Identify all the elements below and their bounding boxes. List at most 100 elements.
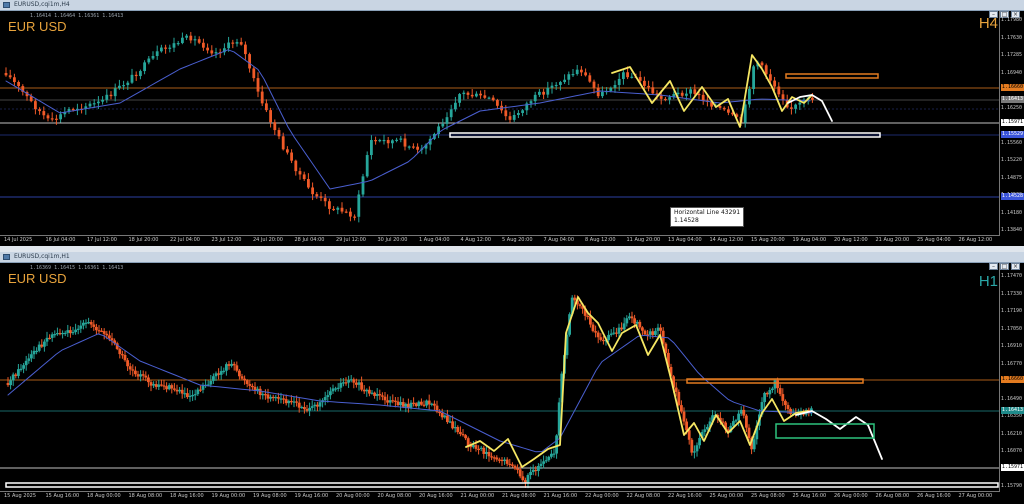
orange-price-badge: 1.16660 [1001,376,1024,383]
candle-body [157,384,161,387]
title-bar-h4[interactable]: EURUSD,cqi1m,H4 – □ × [0,0,1024,18]
h4-time-tick: 30 Jul 20:00 [377,237,408,243]
candle-body [277,397,280,399]
candle-body [180,389,184,394]
candle-body [34,101,37,110]
candle-body [196,389,200,395]
candle-body [505,459,509,464]
chart-plot-h4[interactable]: EUR USD 1.16414 1.16464 1.16361 1.16413 … [0,11,1024,246]
candle-body [790,107,793,109]
candle-body [458,94,461,103]
current-price-badge: 1.16413 [1001,96,1024,103]
candle-body [185,35,188,38]
candle-body [651,331,655,335]
current-price-badge: 1.16413 [1001,407,1024,414]
candle-body [45,337,49,342]
candle-body [764,65,768,75]
candle-body [252,68,256,79]
candle-body [784,400,787,406]
tooltip-line-price: 1.14528 [674,217,699,224]
h4-price-tick: 1.13840 [1000,227,1022,233]
h4-time-tick: 26 Aug 12:00 [958,237,993,243]
candle-body [456,427,460,433]
candle-body [294,160,298,172]
chart-plot-h1[interactable]: EUR USD 1.16369 1.16415 1.16361 1.16413 … [0,263,1024,504]
candle-body [8,75,12,78]
candle-body [290,152,293,161]
white-price-badge: 1.15971 [1001,464,1024,471]
candle-body [555,435,558,454]
time-axis-h4[interactable]: 14 Jul 2025 16 Jul 04:00 17 Jul 12:00 18 Ju… [0,235,1000,246]
candle-body [82,322,85,326]
candle-body [149,382,153,386]
candlestick-chart-h1[interactable] [0,263,1024,504]
candle-body [573,297,577,301]
candle-body [260,91,264,104]
candle-body [19,368,23,370]
candle-body [168,47,172,49]
h4-time-tick: 21 Aug 20:00 [875,237,910,243]
candle-body [641,327,644,331]
candle-body [105,94,109,100]
candle-body [240,376,244,379]
candle-body [601,91,604,97]
candle-body [69,330,72,334]
candle-body [550,85,554,88]
candle-body [339,382,343,388]
price-axis-h1[interactable]: 1.17470 1.17330 1.17190 1.17050 1.16910 1.167… [999,263,1024,491]
candle-body [768,390,772,395]
candle-body [386,139,390,144]
candle-body [101,99,104,102]
candle-body [394,400,397,402]
candle-body [305,409,309,411]
h4-time-tick: 20 Aug 12:00 [834,237,868,243]
swing-path-yellow [611,54,813,128]
candle-body [769,74,772,81]
candle-body [365,155,369,177]
time-axis-h1[interactable]: 15 Aug 2025 15 Aug 16:00 18 Aug 00:00 18 Au… [0,491,1000,502]
chart-window-h4[interactable]: EURUSD,cqi1m,H4 – □ × EUR USD 1.16414 1.16… [0,0,1024,246]
candle-body [778,388,782,395]
candle-body [173,388,176,390]
candle-body [84,322,88,324]
candle-body [461,433,465,436]
candle-body [172,43,176,48]
projection-path-white [795,410,883,460]
candle-body [256,78,260,92]
candle-body [11,374,15,381]
candle-body [66,330,70,333]
target-zone-box [775,423,875,439]
candle-body [22,365,25,369]
candle-body [42,111,46,116]
candlestick-chart-h4[interactable] [0,11,1024,246]
candle-body [399,138,403,140]
candle-body [404,403,408,407]
candle-body [181,37,184,44]
candle-body [760,62,764,66]
candle-body [446,415,449,423]
candle-body [336,207,340,210]
candle-body [315,194,319,197]
candle-body [17,82,20,87]
price-axis-h4[interactable]: 1.179801.176301.172851.169401.165951.162… [999,11,1024,235]
candle-body [4,73,8,76]
candle-body [202,42,205,48]
timeframe-label-h4: H4 [978,15,998,32]
candle-body [199,389,202,391]
candle-body [529,472,532,475]
chart-window-h1[interactable]: EURUSD,cqi1m,H1 – □ × EUR USD 1.16369 1.16… [0,252,1024,504]
symbol-label-h1: EUR USD [8,271,67,286]
white-price-badge: 1.15971 [1001,119,1024,126]
candle-body [165,386,168,390]
candle-body [451,421,454,429]
title-bar-h1[interactable]: EURUSD,cqi1m,H1 – □ × [0,252,1024,270]
h1-price-tick: 1.16910 [1000,343,1022,349]
candle-body [239,42,243,45]
candle-body [344,382,348,384]
candle-body [186,393,189,398]
candle-body [596,332,600,338]
candle-body [144,375,148,378]
candle-body [319,196,323,198]
candle-body [508,463,512,466]
candle-body [251,385,254,388]
